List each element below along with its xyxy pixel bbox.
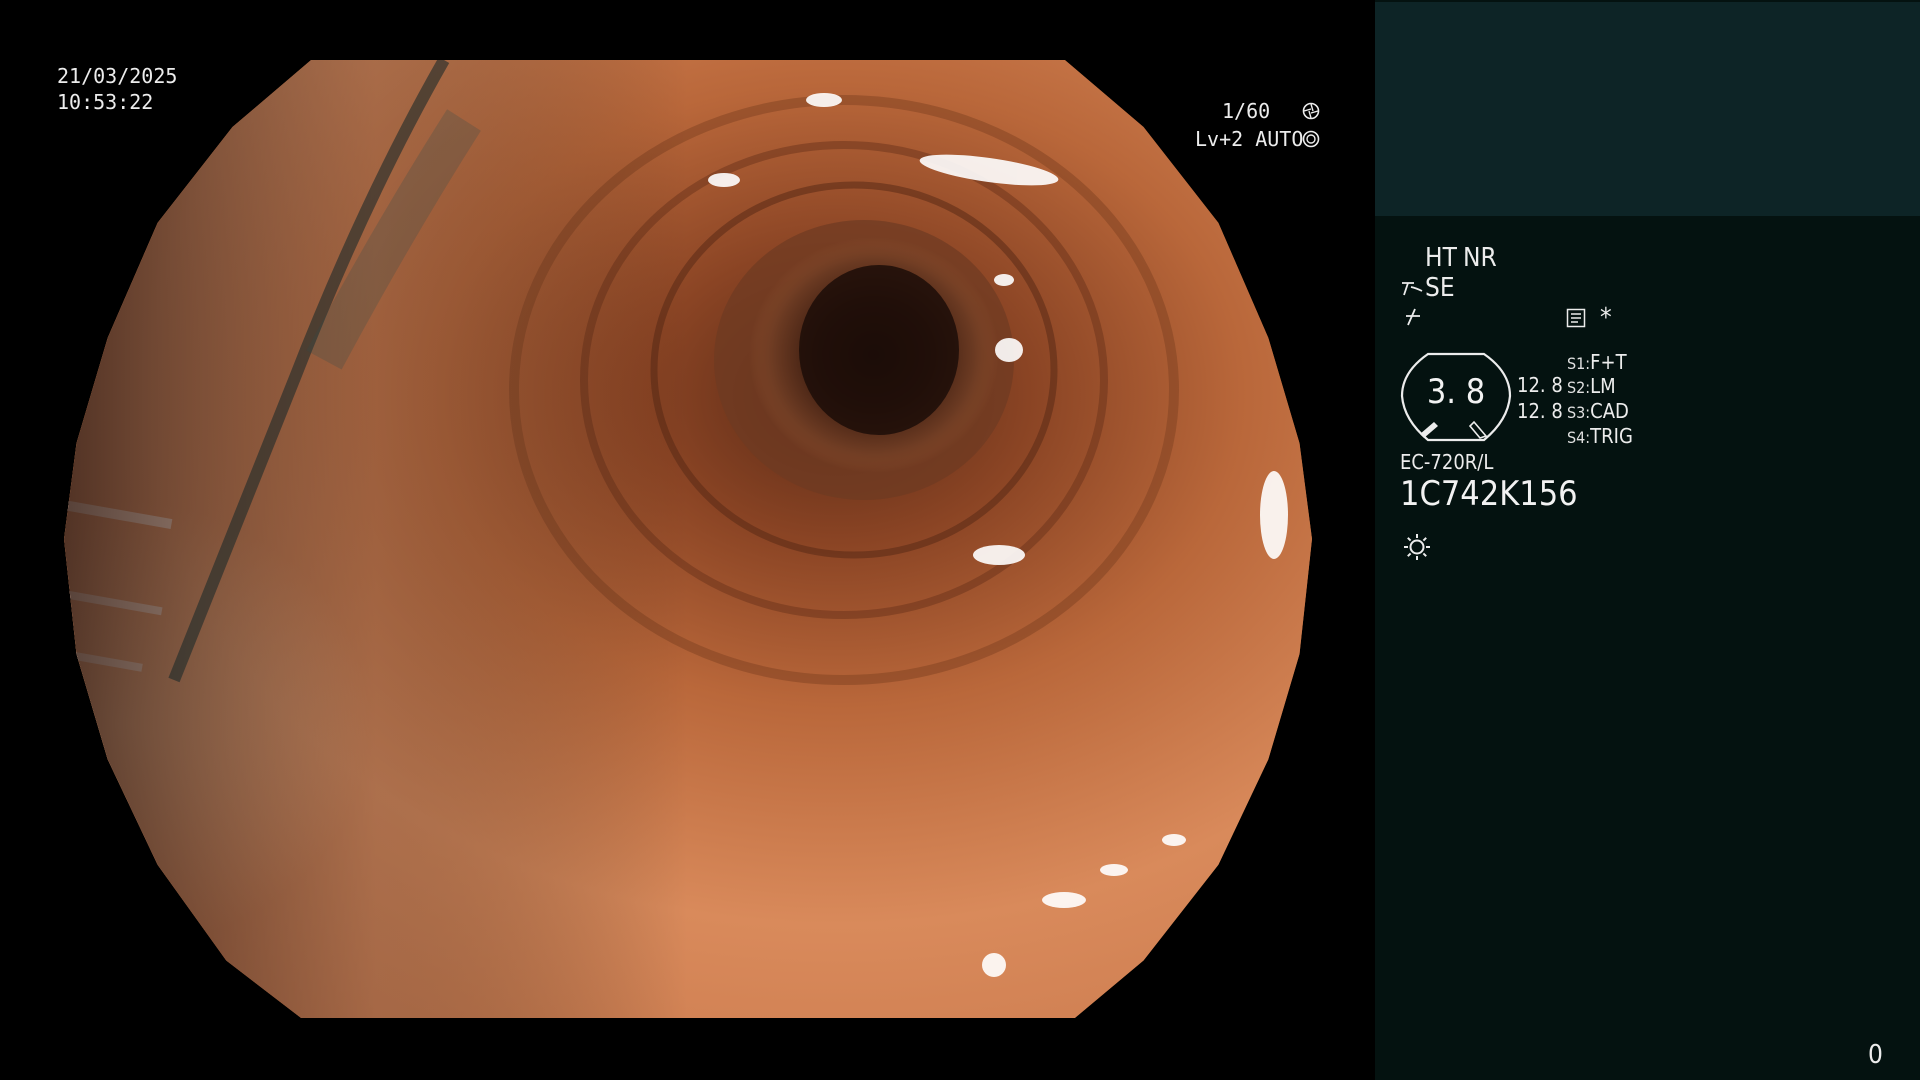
freeze-icon [1406, 308, 1420, 326]
switch-item-s1: S1:F+T [1567, 350, 1627, 374]
light-icon [1404, 534, 1430, 560]
mode-se: SE [1425, 273, 1455, 303]
memo-icon [1566, 308, 1586, 328]
time-display: 10:53:22 [57, 90, 154, 114]
switch-item-s2: S2:LM [1567, 374, 1616, 398]
gauge-bottom-value: 12. 8 [1517, 399, 1563, 423]
asterisk-icon: * [1600, 303, 1612, 333]
switch-value: F+T [1590, 350, 1627, 374]
video-area: 21/03/2025 10:53:22 1/60 Lv+2 AUTO [0, 0, 1375, 1080]
shutter-display: 1/60 [1222, 99, 1271, 123]
scope-serial: 1C742K156 [1400, 474, 1578, 514]
date-display: 21/03/2025 [57, 64, 178, 88]
switch-value: CAD [1590, 399, 1629, 423]
switch-value: LM [1590, 374, 1616, 398]
frame-counter: 0 [1868, 1040, 1883, 1070]
mode-ht: HT [1425, 243, 1457, 273]
switch-key: S1: [1567, 354, 1591, 373]
status-panel [1375, 0, 1920, 1080]
status-panel-header [1375, 2, 1920, 216]
switch-item-s4: S4:TRIG [1567, 424, 1633, 448]
scope-model: EC-720R/L [1400, 450, 1494, 474]
switch-key: S2: [1567, 378, 1591, 397]
switch-item-s3: S3:CAD [1567, 399, 1629, 423]
endoscopic-image [64, 60, 1312, 1018]
aperture-icon [1302, 102, 1320, 120]
gauge-value: 3. 8 [1426, 372, 1486, 412]
switch-key: S3: [1567, 403, 1591, 422]
zoom-lever-icon [1402, 282, 1423, 296]
switch-value: TRIG [1590, 424, 1633, 448]
auto-exposure-icon [1302, 130, 1320, 148]
switch-key: S4: [1567, 428, 1591, 447]
level-display: Lv+2 AUTO [1195, 127, 1304, 151]
mode-nr: NR [1463, 243, 1497, 273]
endoscopic-image-art [64, 60, 1312, 1018]
gauge-top-value: 12. 8 [1517, 373, 1563, 397]
